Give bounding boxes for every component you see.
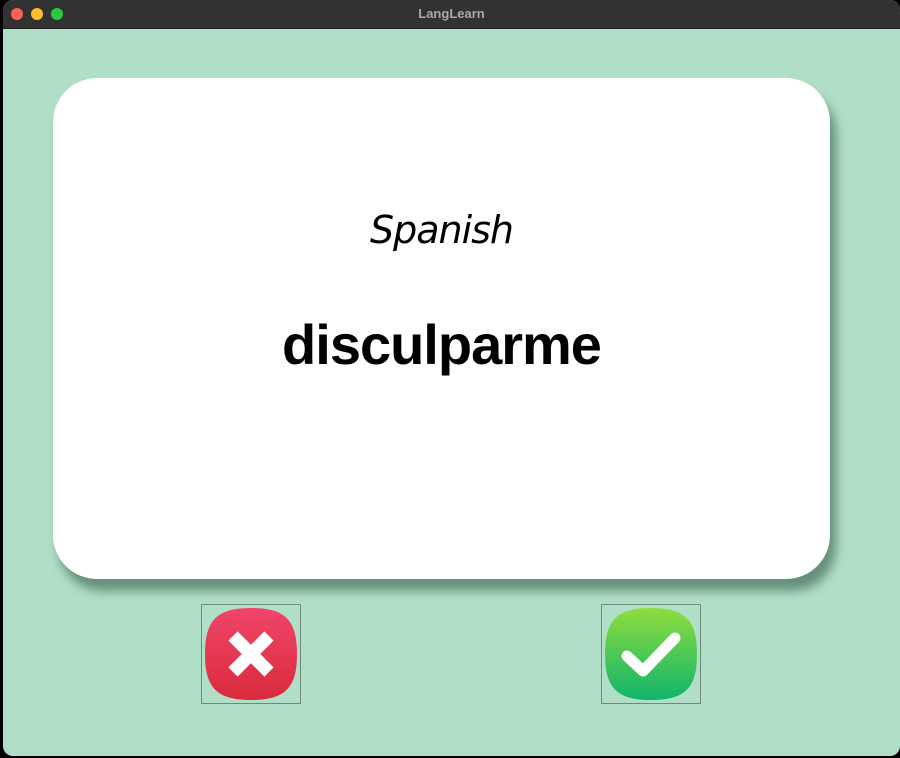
wrong-button[interactable] [201,604,301,704]
correct-button[interactable] [601,604,701,704]
cross-icon [205,608,297,700]
flashcard[interactable]: Spanish disculparme [53,78,830,579]
card-word: disculparme [282,313,602,376]
card-language: Spanish [369,208,514,252]
title-bar: LangLearn [3,0,900,29]
app-window: LangLearn Spanish disculparme [3,0,900,756]
checkmark-icon [605,608,697,700]
window-title: LangLearn [418,6,485,21]
